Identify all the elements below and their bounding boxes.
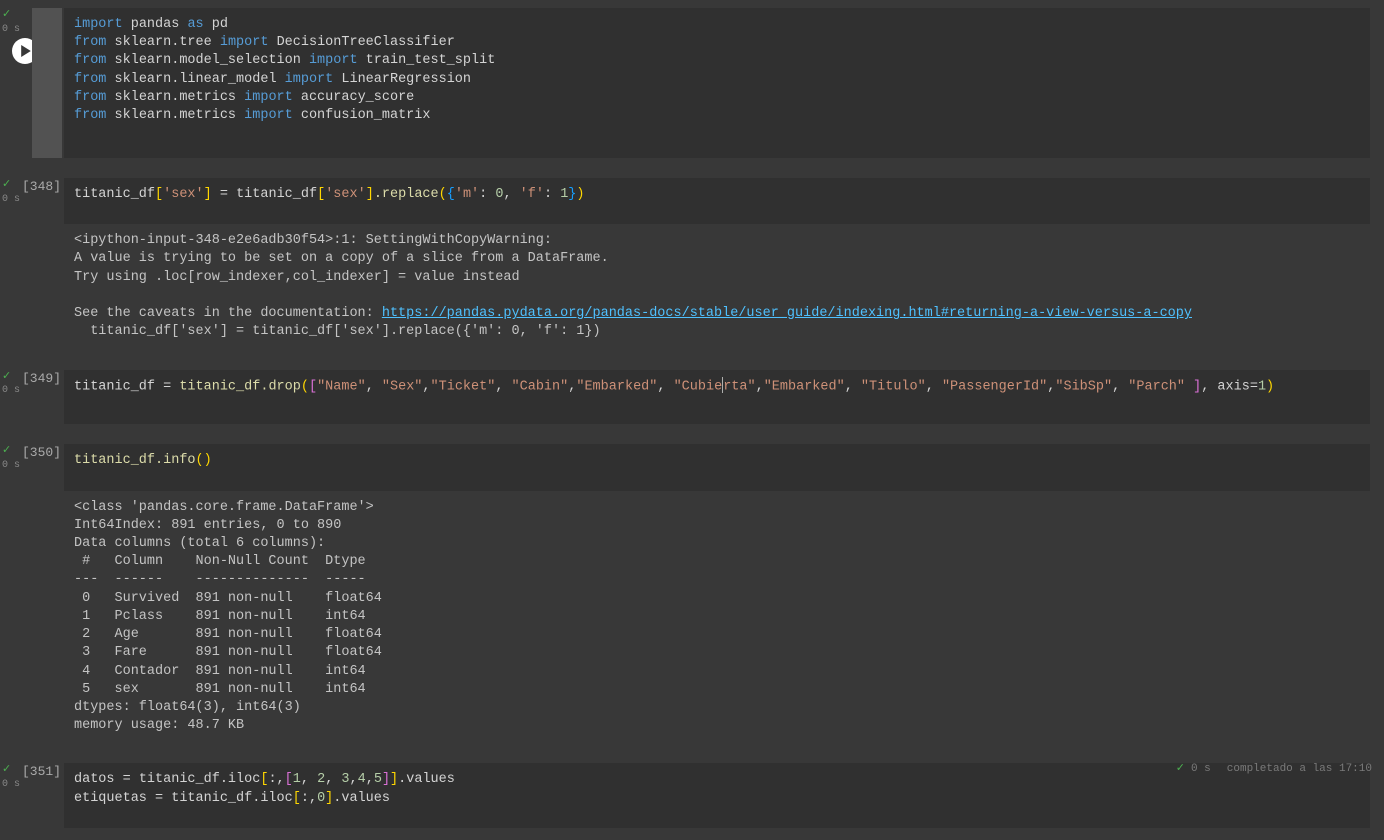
status-bar: ✓ 0 s completado a las 17:10 (0, 760, 1384, 778)
code-editor[interactable]: titanic_df.info() (64, 444, 1370, 490)
cell-output: <class 'pandas.core.frame.DataFrame'> In… (64, 491, 1372, 744)
exec-time: 0 s (2, 778, 20, 792)
code-editor[interactable]: titanic_df['sex'] = titanic_df['sex'].re… (64, 178, 1370, 224)
status-runtime: 0 s (1191, 762, 1211, 777)
code-editor[interactable]: titanic_df = titanic_df.drop(["Name", "S… (64, 370, 1370, 425)
checkmark-icon: ✓ (2, 444, 11, 459)
cell-count: [348] (22, 178, 61, 196)
code-cell: ✓ 0 s [350] titanic_df.info() <class 'pa… (0, 436, 1384, 751)
code-cell: ✓ 0 s [348] titanic_df['sex'] = titanic_… (0, 170, 1384, 358)
code-cell: ✓ 0 s [349] titanic_df = titanic_df.drop… (0, 362, 1384, 433)
cell-count: [349] (22, 370, 61, 388)
code-cell: ✓ 0 s import pandas as pdfrom sklearn.tr… (0, 0, 1384, 166)
exec-time: 0 s (2, 459, 20, 473)
exec-time: 0 s (2, 384, 20, 398)
doc-link[interactable]: https://pandas.pydata.org/pandas-docs/st… (382, 306, 1192, 321)
checkmark-icon: ✓ (2, 178, 11, 193)
checkmark-icon: ✓ (2, 8, 11, 23)
code-editor[interactable]: import pandas as pdfrom sklearn.tree imp… (64, 8, 1370, 158)
exec-time: 0 s (2, 23, 20, 37)
cell-count: [350] (22, 444, 61, 462)
status-completed: completado a las 17:10 (1227, 762, 1372, 777)
checkmark-icon: ✓ (1176, 762, 1185, 777)
play-icon (20, 45, 32, 57)
exec-time: 0 s (2, 193, 20, 207)
cell-output: <ipython-input-348-e2e6adb30f54>:1: Sett… (64, 224, 1372, 349)
checkmark-icon: ✓ (2, 370, 11, 385)
